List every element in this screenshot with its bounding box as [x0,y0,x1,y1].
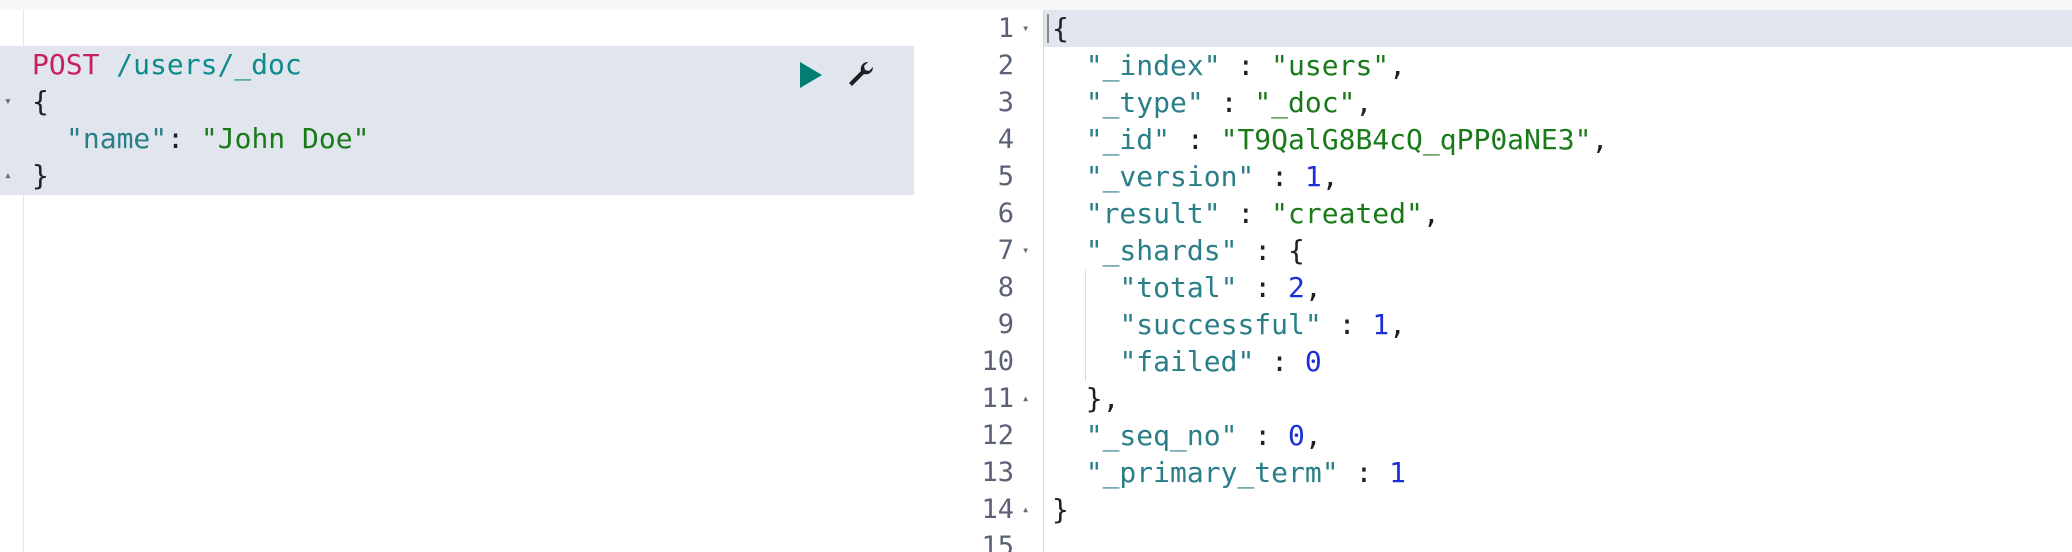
response-line: { [1052,12,1069,45]
line-number: 8 [997,272,1014,303]
line-number: 15 [981,531,1014,552]
active-line-highlight [942,10,2072,47]
request-method: POST [32,48,100,81]
response-line: "_primary_term" : 1 [1085,456,1407,489]
response-line: } [1052,493,1069,526]
response-line: "_type" : "_doc", [1085,86,1373,119]
text-cursor [1047,14,1049,43]
line-number: 13 [981,457,1014,488]
line-number: 12 [981,420,1014,451]
line-number: 5 [997,161,1014,192]
response-line: "_seq_no" : 0, [1085,419,1322,452]
fold-close-marker[interactable]: ▴ [4,157,12,194]
request-body-open: { [32,85,49,118]
response-line: "result" : "created", [1085,197,1440,230]
top-strip [0,0,2072,10]
response-line: "_id" : "T9QalG8B4cQ_qPP0aNE3", [1085,123,1609,156]
request-body-field: "name": "John Doe" [66,122,370,155]
line-number: 11 [981,383,1014,414]
line-number: 1 [997,13,1014,44]
line-number: 2 [997,50,1014,81]
request-block[interactable]: POST /users/_doc ▾ { "name": "John Doe" … [0,46,914,195]
line-number: 9 [997,309,1014,340]
response-line: "total" : 2, [1119,271,1322,304]
pane-resizer[interactable] [914,10,942,552]
response-line: "_index" : "users", [1085,49,1407,82]
response-line: "_shards" : { [1085,234,1305,267]
fold-open-marker[interactable]: ▾ [1022,232,1029,269]
request-line[interactable]: POST /users/_doc [32,46,302,83]
response-line: "_version" : 1, [1085,160,1339,193]
wrench-icon[interactable] [846,59,876,89]
fold-close-marker[interactable]: ▴ [1022,380,1029,417]
line-number: 3 [997,87,1014,118]
fold-open-marker[interactable]: ▾ [1022,10,1029,47]
line-number: 14 [981,494,1014,525]
request-body-close: } [32,159,49,192]
play-icon[interactable] [800,62,822,88]
response-viewer[interactable]: 1 ▾ 2 3 4 5 6 7 ▾ 8 9 10 11 ▴ 12 13 14 ▴… [942,10,2072,552]
fold-close-marker[interactable]: ▴ [1022,491,1029,528]
line-number: 7 [997,235,1014,266]
request-field-key: "name" [66,122,168,155]
fold-open-marker[interactable]: ▾ [4,83,12,120]
request-editor[interactable]: POST /users/_doc ▾ { "name": "John Doe" … [0,10,914,552]
request-path: /users/_doc [116,48,302,81]
line-number: 4 [997,124,1014,155]
response-line: }, [1085,382,1120,415]
response-line: "failed" : 0 [1119,345,1322,378]
request-field-value: "John Doe" [200,122,370,155]
response-line: "successful" : 1, [1119,308,1407,341]
line-number: 6 [997,198,1014,229]
line-number: 10 [981,346,1014,377]
